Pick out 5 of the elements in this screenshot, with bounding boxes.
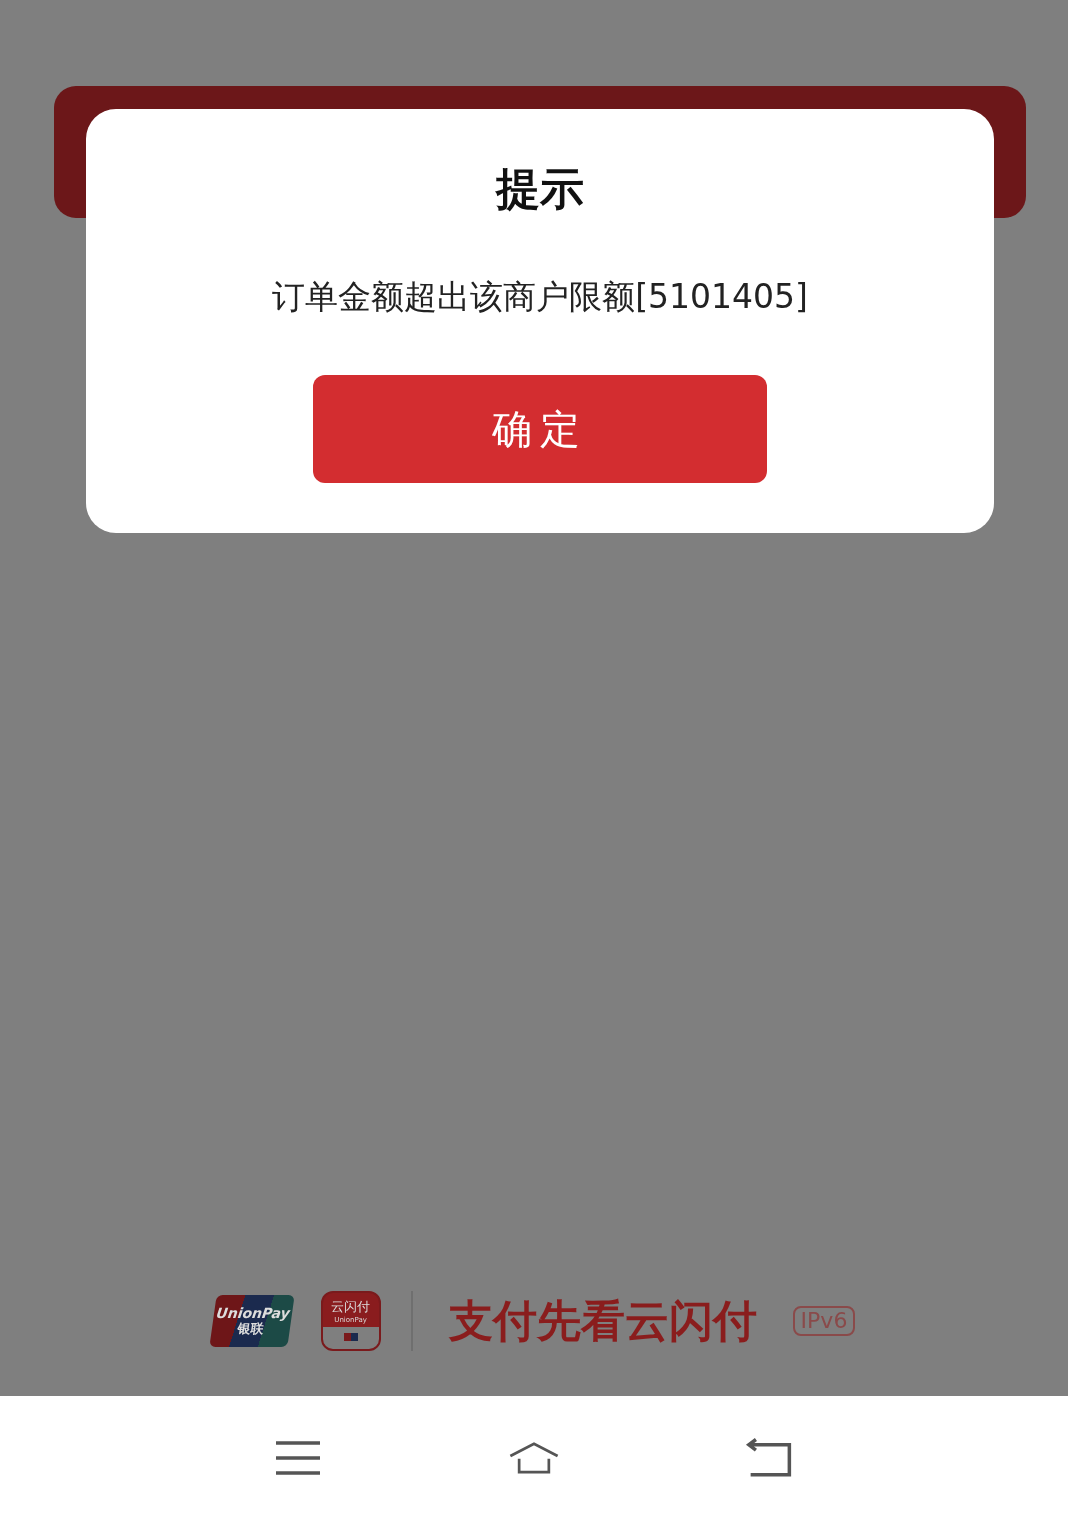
dialog-title: 提示	[496, 162, 584, 216]
unionpay-logo: UnionPay 银联	[208, 1295, 295, 1347]
dialog-message: 订单金额超出该商户限额[5101405]	[272, 276, 808, 318]
slogan: 支付先看云闪付	[447, 1294, 758, 1348]
confirm-button[interactable]: 确定	[313, 375, 767, 483]
